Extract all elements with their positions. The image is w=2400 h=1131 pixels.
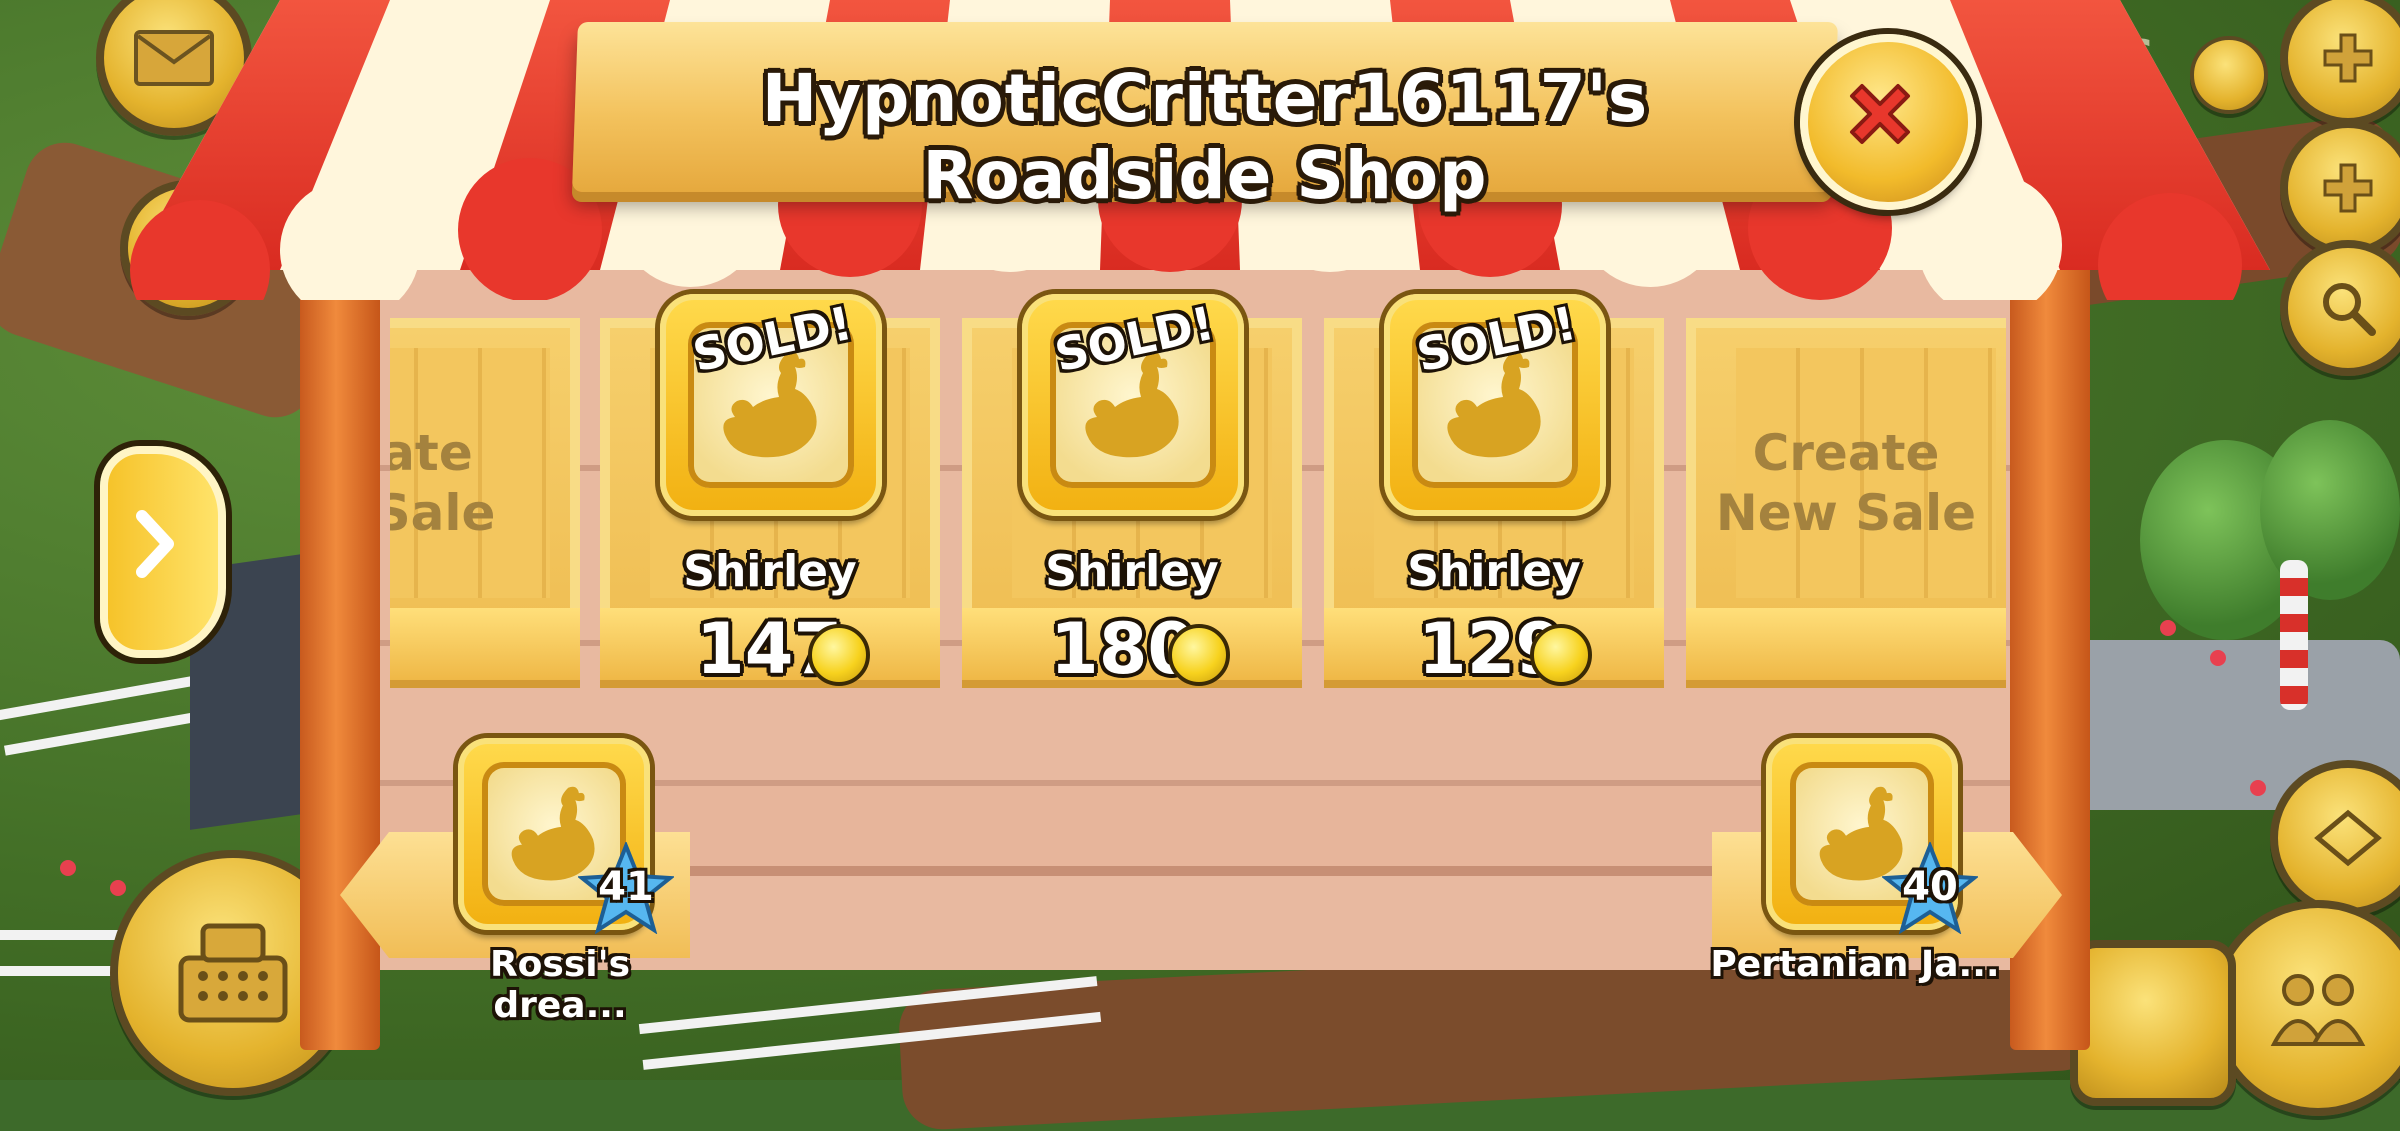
neighbor-level: 41 — [598, 864, 654, 910]
close-button[interactable] — [1800, 34, 1976, 210]
item-name: Shirley — [683, 546, 857, 597]
plus-icon — [2323, 33, 2373, 83]
flower — [2250, 780, 2266, 796]
newspaper-button[interactable] — [2070, 940, 2236, 1106]
coin-icon — [808, 624, 870, 686]
magnifier-icon — [2323, 283, 2376, 336]
create-new-sale-text: eate y Sale — [390, 424, 496, 542]
expand-side-menu-button[interactable] — [100, 446, 226, 658]
chevron-right-icon — [136, 510, 174, 578]
close-x-icon — [1850, 84, 1910, 144]
crate-slot-partial[interactable]: eate y Sale — [390, 318, 580, 690]
friends-icon — [2270, 974, 2366, 1046]
shop-title: HypnoticCritter16117's Roadside Shop — [761, 60, 1649, 214]
coin-icon — [1168, 624, 1230, 686]
item-name: Shirley — [1407, 546, 1581, 597]
move-arrows-icon — [2314, 809, 2382, 867]
flower — [110, 880, 126, 896]
neighbor-name: Rossi's drea... — [489, 944, 631, 1026]
barber-pole — [2280, 560, 2308, 710]
create-new-sale-text: Create New Sale — [1715, 424, 1977, 542]
plus-icon — [2323, 163, 2373, 213]
flower — [60, 860, 76, 876]
flower — [2160, 620, 2176, 636]
coin-icon — [1530, 624, 1592, 686]
crate-slot-4[interactable]: Create New Sale — [1686, 318, 2006, 690]
item-name: Shirley — [1045, 546, 1219, 597]
cash-register-icon — [178, 923, 288, 1023]
neighbor-name: Pertanian Ja... — [1710, 944, 2000, 985]
flower — [2210, 650, 2226, 666]
neighbor-level: 40 — [1902, 864, 1958, 910]
